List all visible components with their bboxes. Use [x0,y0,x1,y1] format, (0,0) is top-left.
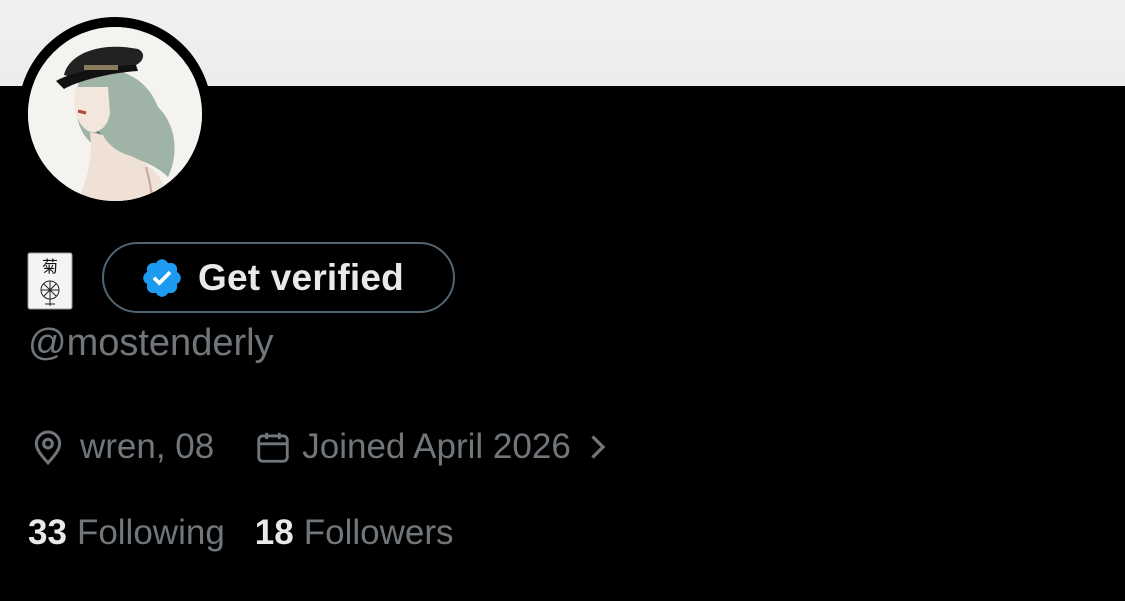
chevron-right-icon[interactable] [585,432,609,462]
display-name-emoji: 菊 [27,252,73,310]
followers-count: 18 [254,513,294,552]
avatar[interactable] [28,27,202,201]
following-count: 33 [28,513,67,552]
profile-meta: wren, 08 Joined April 2026 [28,424,609,470]
avatar-ring [18,17,212,211]
location-pin-icon [34,430,62,466]
following-label: Following [76,513,225,552]
profile-handle: @mostenderly [28,322,274,364]
following-link[interactable]: 33 Following [28,513,225,553]
get-verified-button[interactable]: Get verified [102,242,455,313]
followers-link[interactable]: 18 Followers [255,513,454,553]
follow-stats: 33 Following 18 Followers [28,513,454,553]
emoji-glyph: 菊 [42,257,58,276]
joined-date-text[interactable]: Joined April 2026 [302,427,571,467]
get-verified-label: Get verified [198,256,404,298]
location-text: wren, 08 [80,427,215,466]
calendar-icon [257,432,289,463]
followers-label: Followers [303,513,454,552]
verified-badge-icon [143,258,181,297]
